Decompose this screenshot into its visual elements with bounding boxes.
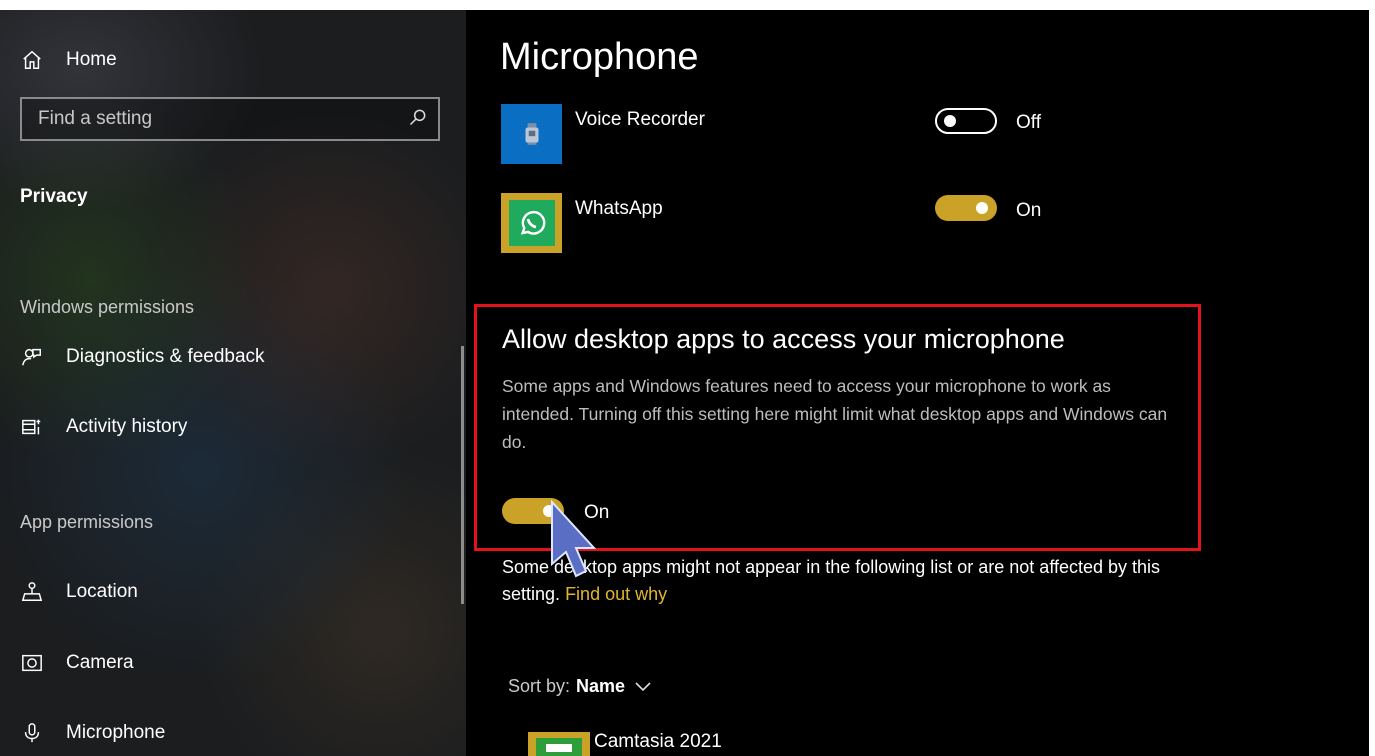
desktop-apps-heading: Allow desktop apps to access your microp… xyxy=(502,324,1065,354)
sort-value: Name xyxy=(576,676,626,696)
search-input[interactable] xyxy=(38,108,378,130)
sidebar-item-diagnostics[interactable]: Diagnostics & feedback xyxy=(20,341,265,373)
voice-recorder-icon xyxy=(501,104,562,164)
sidebar-item-label: Home xyxy=(66,49,117,70)
home-icon xyxy=(20,48,44,72)
sidebar-item-label: Microphone xyxy=(66,722,166,743)
app-name-voice-recorder: Voice Recorder xyxy=(575,109,705,130)
search-box[interactable] xyxy=(20,97,440,141)
chevron-down-icon xyxy=(635,681,651,692)
sidebar-item-activity-history[interactable]: Activity history xyxy=(20,411,187,443)
app-permissions-heading: App permissions xyxy=(20,512,154,532)
sidebar-item-camera[interactable]: Camera xyxy=(20,647,134,679)
activity-history-icon xyxy=(20,415,44,439)
windows-permissions-heading: Windows permissions xyxy=(20,297,195,317)
window-frame-right xyxy=(1369,0,1375,756)
page-title: Microphone xyxy=(500,36,699,78)
sidebar-item-label: Camera xyxy=(66,652,134,673)
mouse-cursor-icon xyxy=(551,500,597,578)
search-icon[interactable] xyxy=(408,107,428,132)
category-heading: Privacy xyxy=(20,186,88,207)
voice-recorder-toggle-label: Off xyxy=(1016,112,1041,133)
sidebar-item-label: Diagnostics & feedback xyxy=(66,346,265,367)
sidebar-item-label: Location xyxy=(66,581,138,602)
sidebar-item-home[interactable]: Home xyxy=(20,44,117,76)
sidebar-scrollbar[interactable] xyxy=(461,346,464,604)
app-name-camtasia: Camtasia 2021 xyxy=(594,731,722,752)
desktop-apps-description: Some apps and Windows features need to a… xyxy=(502,376,1168,452)
window-frame-top xyxy=(0,0,1375,10)
location-icon xyxy=(20,580,44,604)
sort-label: Sort by: xyxy=(508,676,571,696)
sidebar-item-label: Activity history xyxy=(66,416,188,437)
sidebar-item-location[interactable]: Location xyxy=(20,576,138,608)
app-name-whatsapp: WhatsApp xyxy=(575,198,663,219)
whatsapp-toggle-label: On xyxy=(1016,200,1042,221)
voice-recorder-toggle[interactable] xyxy=(935,108,997,134)
camera-icon xyxy=(20,651,44,675)
whatsapp-icon xyxy=(501,193,562,253)
diagnostics-icon xyxy=(20,345,44,369)
desktop-apps-note: Some desktop apps might not appear in th… xyxy=(502,554,1202,608)
sidebar-item-microphone[interactable]: Microphone xyxy=(20,717,165,749)
whatsapp-toggle[interactable] xyxy=(935,195,997,221)
sort-control[interactable]: Sort by: Name xyxy=(508,676,651,697)
microphone-icon xyxy=(20,721,44,745)
find-out-why-link[interactable]: Find out why xyxy=(565,584,667,604)
camtasia-icon xyxy=(528,732,590,756)
